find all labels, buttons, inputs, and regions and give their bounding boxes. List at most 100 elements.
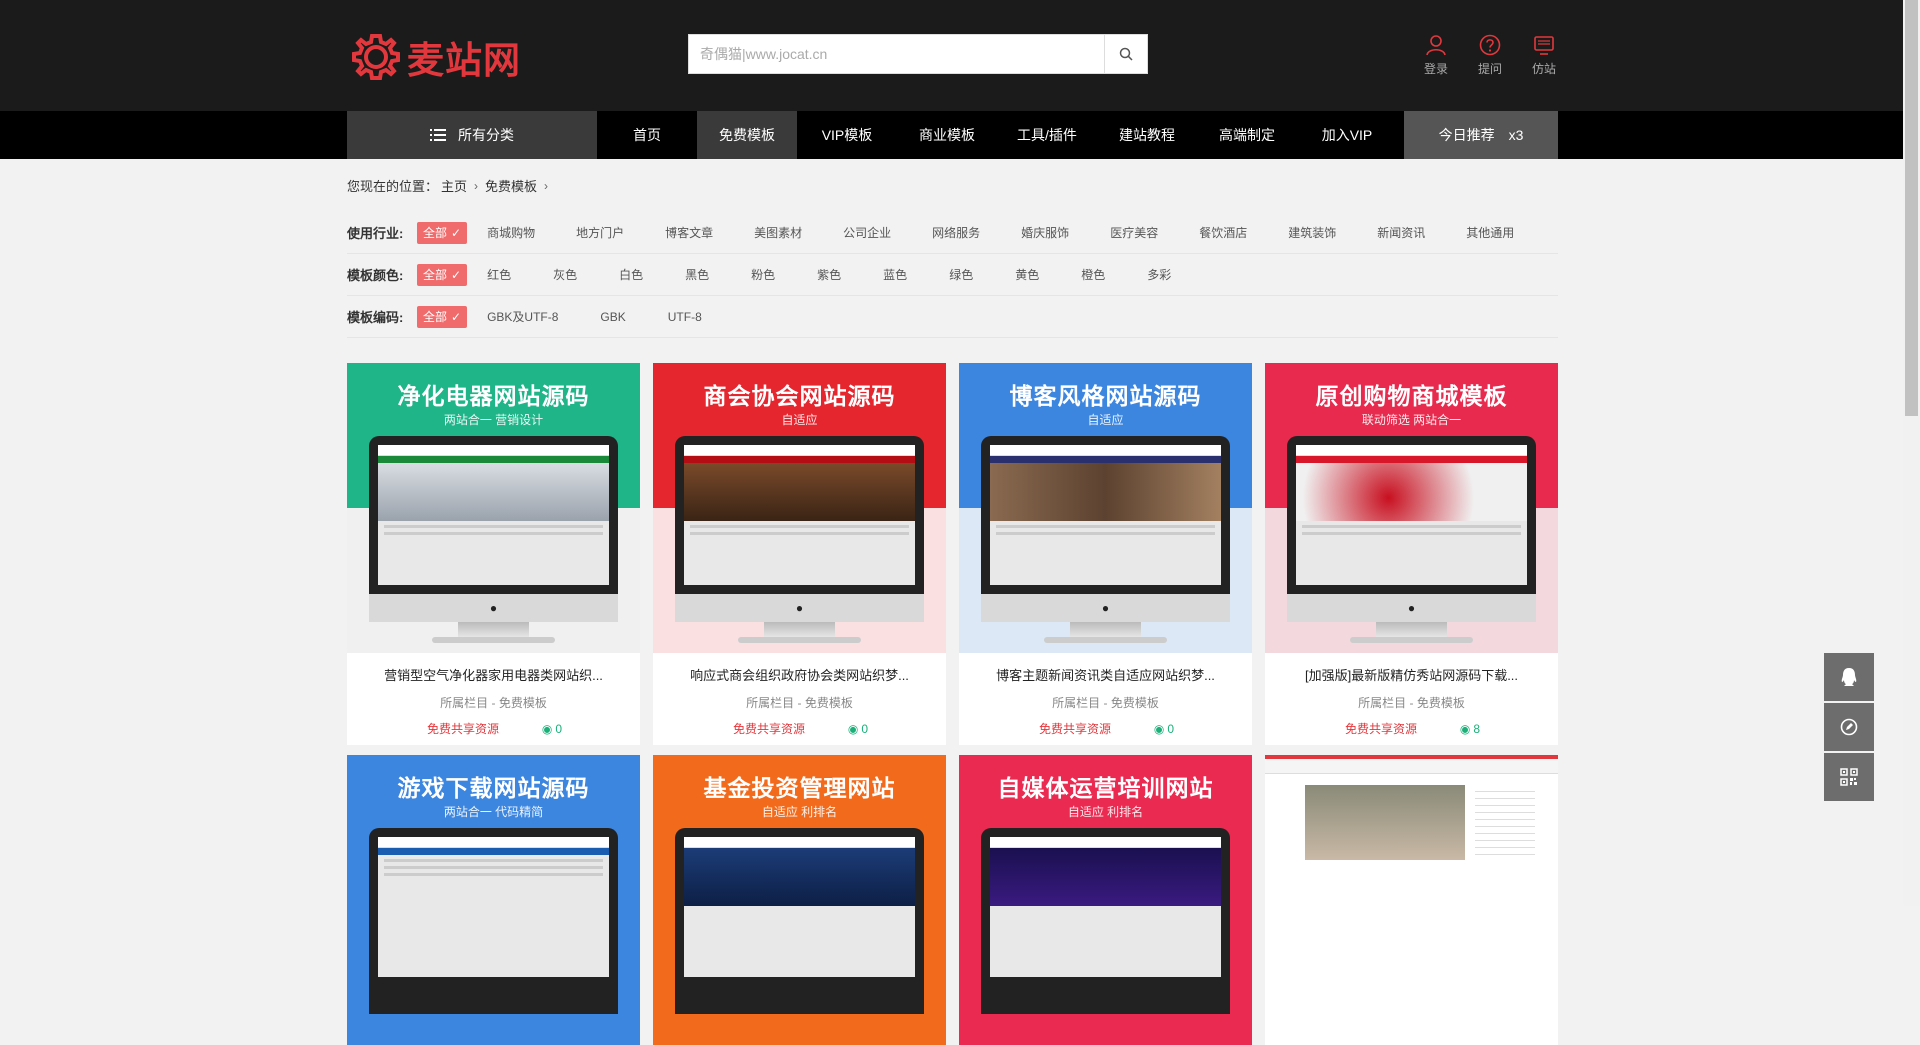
clone-site-link[interactable]: 仿站 [1530,34,1558,77]
gear-logo-icon [352,34,400,80]
filter-option[interactable]: 红色 [487,266,511,283]
question-icon [1479,34,1501,56]
site-header: 麦站网 登录 提问 仿站 [0,0,1920,111]
apple-logo-icon: ● [489,601,498,615]
eye-icon: ◉ [847,721,859,736]
view-count-value: 8 [1473,721,1480,736]
banner-subtitle: 自适应 利排名 [1067,805,1144,819]
all-categories-button[interactable]: 所有分类 [347,111,597,159]
template-category: 所属栏目 - 免费模板 [440,696,547,710]
today-recommend-button[interactable]: 今日推荐 x3 [1404,111,1558,159]
scrollbar-thumb[interactable] [1905,0,1918,416]
site-logo[interactable]: 麦站网 [351,30,521,84]
nav-item-vip-templates[interactable]: VIP模板 [797,111,897,159]
today-recommend-count: x3 [1508,127,1524,143]
template-card[interactable]: 基金投资管理网站 自适应 利排名 [653,755,946,1045]
filter-option[interactable]: 公司企业 [843,224,891,241]
filter-option[interactable]: 网络服务 [932,224,980,241]
template-title[interactable]: 响应式商会组织政府协会类网站织梦... [663,665,936,684]
monitor-mockup: ● [369,436,618,622]
qq-contact-button[interactable] [1824,653,1874,701]
view-count: ◉ 8 [1460,720,1480,737]
filter-all-button[interactable]: 全部 ✓ [417,305,468,328]
filter-option[interactable]: 餐饮酒店 [1199,224,1247,241]
search-input[interactable] [689,35,1104,73]
filter-option[interactable]: 粉色 [751,266,775,283]
monitor-mockup: ● [675,436,924,622]
nav-item-commercial-templates[interactable]: 商业模板 [897,111,997,159]
filter-option[interactable]: 商城购物 [487,224,535,241]
filter-all-button[interactable]: 全部 ✓ [417,263,468,286]
filter-option[interactable]: 黄色 [1015,266,1039,283]
template-card[interactable] [1265,755,1558,1045]
nav-item-custom[interactable]: 高端制定 [1197,111,1297,159]
breadcrumb-current[interactable]: 免费模板 [485,176,537,195]
filter-option[interactable]: 紫色 [817,266,841,283]
banner-title: 原创购物商城模板 [1315,383,1508,409]
banner-subtitle: 联动筛选 两站合一 [1361,413,1462,427]
template-title[interactable]: [加强版]最新版精仿秀站网源码下载... [1275,665,1548,684]
list-icon [430,129,446,141]
template-card[interactable]: 游戏下载网站源码 两站合一 代码精简 [347,755,640,1045]
template-thumbnail: 商会协会网站源码 自适应 ● [653,363,946,653]
question-label: 提问 [1477,62,1502,76]
nav-item-home[interactable]: 首页 [597,111,697,159]
filter-row-color: 模板颜色: 全部 ✓ 红色 灰色 白色 黑色 粉色 紫色 蓝色 绿色 黄色 橙色 … [347,254,1558,296]
template-card[interactable]: 博客风格网站源码 自适应 ● 博客主题新闻资讯类自适应网站织梦... 所属栏目 … [959,363,1252,745]
filter-option[interactable]: 橙色 [1081,266,1105,283]
filter-label: 模板颜色: [347,268,404,283]
filter-option[interactable]: 医疗美容 [1110,224,1158,241]
monitor-mockup [675,828,924,1014]
search-button[interactable] [1104,35,1147,73]
filter-option[interactable]: 绿色 [949,266,973,283]
template-card[interactable]: 原创购物商城模板 联动筛选 两站合一 ● [加强版]最新版精仿秀站网源码下载..… [1265,363,1558,745]
filter-option[interactable]: GBK [600,310,625,324]
template-card[interactable]: 自媒体运营培训网站 自适应 利排名 [959,755,1252,1045]
login-link[interactable]: 登录 [1422,34,1450,77]
banner-title: 游戏下载网站源码 [397,775,590,801]
filter-option[interactable]: 美图素材 [754,224,802,241]
template-category: 所属栏目 - 免费模板 [1358,696,1465,710]
filter-option[interactable]: 婚庆服饰 [1021,224,1069,241]
banner-subtitle: 自适应 [781,413,818,427]
template-card[interactable]: 商会协会网站源码 自适应 ● 响应式商会组织政府协会类网站织梦... 所属栏目 … [653,363,946,745]
filter-option[interactable]: 博客文章 [665,224,713,241]
nav-item-tutorials[interactable]: 建站教程 [1097,111,1197,159]
filter-option[interactable]: 建筑装饰 [1288,224,1336,241]
user-icon [1426,35,1446,56]
template-thumbnail: 基金投资管理网站 自适应 利排名 [653,755,946,1045]
filter-option[interactable]: 灰色 [553,266,577,283]
all-categories-label: 所有分类 [458,127,514,143]
nav-item-join-vip[interactable]: 加入VIP [1297,111,1397,159]
nav-item-free-templates[interactable]: 免费模板 [697,111,797,159]
filter-option[interactable]: 多彩 [1147,266,1171,283]
question-link[interactable]: 提问 [1476,34,1504,77]
nav-item-tools-plugins[interactable]: 工具/插件 [997,111,1097,159]
filter-option[interactable]: 蓝色 [883,266,907,283]
breadcrumb-prefix: 您现在的位置： [347,179,439,194]
vertical-scrollbar[interactable] [1903,0,1920,906]
template-card[interactable]: 净化电器网站源码 两站合一 营销设计 ● 营销型空气净化器家用电器类网站织...… [347,363,640,745]
filter-option[interactable]: 地方门户 [576,224,624,241]
logo-text: 麦站网 [407,40,521,81]
breadcrumb-home[interactable]: 主页 [441,176,467,195]
filter-option[interactable]: 其他通用 [1466,224,1514,241]
check-icon: ✓ [451,225,462,240]
template-title[interactable]: 营销型空气净化器家用电器类网站织... [357,665,630,684]
search-icon [1119,47,1133,61]
banner-subtitle: 自适应 利排名 [761,805,838,819]
apple-logo-icon: ● [1407,601,1416,615]
qrcode-button[interactable] [1824,753,1874,801]
filter-option[interactable]: GBK及UTF-8 [487,308,558,325]
banner-title: 净化电器网站源码 [397,383,590,409]
edit-button[interactable] [1824,703,1874,751]
filter-option[interactable]: 新闻资讯 [1377,224,1425,241]
filter-option[interactable]: 黑色 [685,266,709,283]
filter-option[interactable]: 白色 [619,266,643,283]
template-title[interactable]: 博客主题新闻资讯类自适应网站织梦... [969,665,1242,684]
filter-all-button[interactable]: 全部 ✓ [417,221,468,244]
filter-option[interactable]: UTF-8 [668,310,702,324]
eye-icon: ◉ [541,721,553,736]
filter-label: 使用行业: [347,226,404,241]
template-thumbnail: 博客风格网站源码 自适应 ● [959,363,1252,653]
